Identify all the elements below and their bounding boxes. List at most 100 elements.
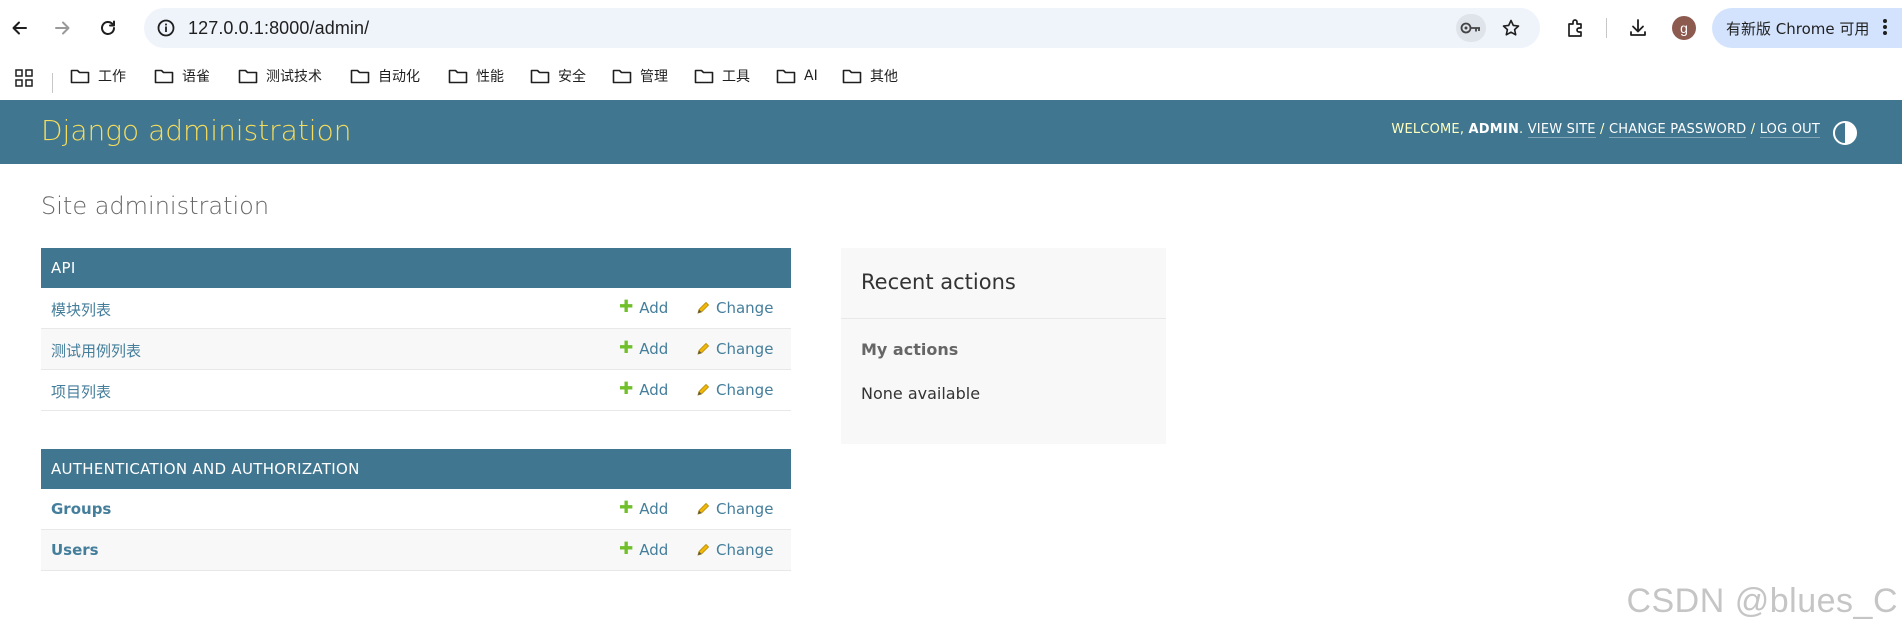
bookmark-label: AI <box>804 68 818 84</box>
folder-icon <box>842 68 862 84</box>
bookmarks-divider <box>52 73 53 93</box>
url-text[interactable]: 127.0.0.1:8000/admin/ <box>188 18 369 39</box>
page-title: Site administration <box>41 192 270 220</box>
change-label: Change <box>716 500 774 518</box>
app-module: API 模块列表 ✚ Add Change 测试用例列表 ✚ Add Change 项目列表 ✚ Ad… <box>41 248 791 411</box>
add-link[interactable]: ✚ Add <box>619 538 669 559</box>
bookmark-label: 安全 <box>558 69 586 85</box>
reload-button[interactable] <box>90 10 126 46</box>
update-label: 有新版 Chrome 可用 <box>1726 19 1870 38</box>
bookmark-folder[interactable]: 测试技术 <box>232 62 328 90</box>
app-module: AUTHENTICATION AND AUTHORIZATION Groups ✚ A… <box>41 449 791 571</box>
app-caption[interactable]: API <box>41 248 791 288</box>
pencil-icon <box>696 383 710 397</box>
model-link[interactable]: 模块列表 <box>51 299 111 320</box>
change-link[interactable]: Change <box>696 299 773 317</box>
add-label: Add <box>639 541 669 559</box>
app-caption[interactable]: AUTHENTICATION AND AUTHORIZATION <box>41 449 791 489</box>
model-row: 模块列表 ✚ Add Change <box>41 288 791 329</box>
recent-actions-title: Recent actions <box>861 270 1016 294</box>
forward-button[interactable] <box>44 10 80 46</box>
add-label: Add <box>639 381 669 399</box>
model-row: 测试用例列表 ✚ Add Change <box>41 329 791 370</box>
logout-link[interactable]: LOG OUT <box>1759 122 1820 138</box>
model-link[interactable]: Groups <box>51 500 111 518</box>
browser-toolbar: 127.0.0.1:8000/admin/ g 有新版 Chrome 可用 <box>0 0 1902 56</box>
add-label: Add <box>639 500 669 518</box>
chrome-update-button[interactable]: 有新版 Chrome 可用 <box>1712 8 1902 48</box>
change-label: Change <box>716 541 774 559</box>
watermark: CSDN @blues_C <box>1626 582 1898 620</box>
username: ADMIN <box>1468 122 1520 137</box>
view-site-link[interactable]: VIEW SITE <box>1527 122 1596 138</box>
reload-icon <box>101 20 115 35</box>
change-link[interactable]: Change <box>696 500 773 518</box>
bookmark-folder[interactable]: 工作 <box>64 62 132 90</box>
pencil-icon <box>696 502 710 516</box>
folder-icon <box>238 68 258 84</box>
apps-grid-icon[interactable] <box>12 66 36 90</box>
plus-icon: ✚ <box>619 538 634 559</box>
plus-icon: ✚ <box>619 497 634 518</box>
bookmark-label: 管理 <box>640 69 668 85</box>
bookmark-folder[interactable]: AI <box>770 62 824 90</box>
no-actions-text: None available <box>861 384 981 403</box>
folder-icon <box>154 68 174 84</box>
pencil-icon <box>696 342 710 356</box>
bookmark-label: 性能 <box>476 69 504 85</box>
back-button[interactable] <box>2 10 38 46</box>
admin-header: Django administration WELCOME, ADMIN. VI… <box>0 100 1902 164</box>
change-password-link[interactable]: CHANGE PASSWORD <box>1608 122 1747 138</box>
add-link[interactable]: ✚ Add <box>619 337 669 358</box>
bookmark-folder[interactable]: 性能 <box>442 62 510 90</box>
site-info-icon[interactable] <box>154 16 178 40</box>
bookmark-folder[interactable]: 语雀 <box>148 62 216 90</box>
bookmark-folder[interactable]: 其他 <box>836 62 904 90</box>
plus-icon: ✚ <box>619 337 634 358</box>
change-label: Change <box>716 340 774 358</box>
add-link[interactable]: ✚ Add <box>619 378 669 399</box>
folder-icon <box>448 68 468 84</box>
change-link[interactable]: Change <box>696 381 773 399</box>
model-link[interactable]: 项目列表 <box>51 381 111 402</box>
change-label: Change <box>716 299 774 317</box>
model-link[interactable]: 测试用例列表 <box>51 340 141 361</box>
change-label: Change <box>716 381 774 399</box>
bookmark-folder[interactable]: 安全 <box>524 62 592 90</box>
model-row: 项目列表 ✚ Add Change <box>41 370 791 411</box>
address-bar[interactable]: 127.0.0.1:8000/admin/ <box>144 8 1540 48</box>
folder-icon <box>350 68 370 84</box>
password-key-icon[interactable] <box>1456 14 1486 42</box>
bookmark-label: 工作 <box>98 69 126 85</box>
bookmark-star-icon[interactable] <box>1496 14 1526 42</box>
bookmark-folder[interactable]: 自动化 <box>344 62 426 90</box>
extensions-icon[interactable] <box>1560 12 1592 44</box>
pencil-icon <box>696 301 710 315</box>
bookmark-folder[interactable]: 管理 <box>606 62 674 90</box>
add-label: Add <box>639 299 669 317</box>
profile-avatar[interactable]: g <box>1672 16 1696 40</box>
my-actions-heading: My actions <box>861 340 959 359</box>
plus-icon: ✚ <box>619 378 634 399</box>
model-row: Users ✚ Add Change <box>41 530 791 571</box>
change-link[interactable]: Change <box>696 340 773 358</box>
theme-toggle-icon[interactable] <box>1832 120 1858 146</box>
recent-actions-panel: Recent actions My actions None available <box>841 248 1166 444</box>
model-link[interactable]: Users <box>51 541 99 559</box>
pencil-icon <box>696 543 710 557</box>
add-link[interactable]: ✚ Add <box>619 497 669 518</box>
bookmark-label: 语雀 <box>182 69 210 85</box>
arrow-right-icon <box>55 21 70 35</box>
more-menu-icon[interactable] <box>1882 17 1888 41</box>
bookmark-label: 自动化 <box>378 69 420 85</box>
bookmark-folder[interactable]: 工具 <box>688 62 756 90</box>
add-label: Add <box>639 340 669 358</box>
change-link[interactable]: Change <box>696 541 773 559</box>
model-row: Groups ✚ Add Change <box>41 489 791 530</box>
downloads-icon[interactable] <box>1622 12 1654 44</box>
arrow-left-icon <box>12 21 27 35</box>
folder-icon <box>694 68 714 84</box>
plus-icon: ✚ <box>619 296 634 317</box>
site-branding[interactable]: Django administration <box>41 114 351 147</box>
add-link[interactable]: ✚ Add <box>619 296 669 317</box>
